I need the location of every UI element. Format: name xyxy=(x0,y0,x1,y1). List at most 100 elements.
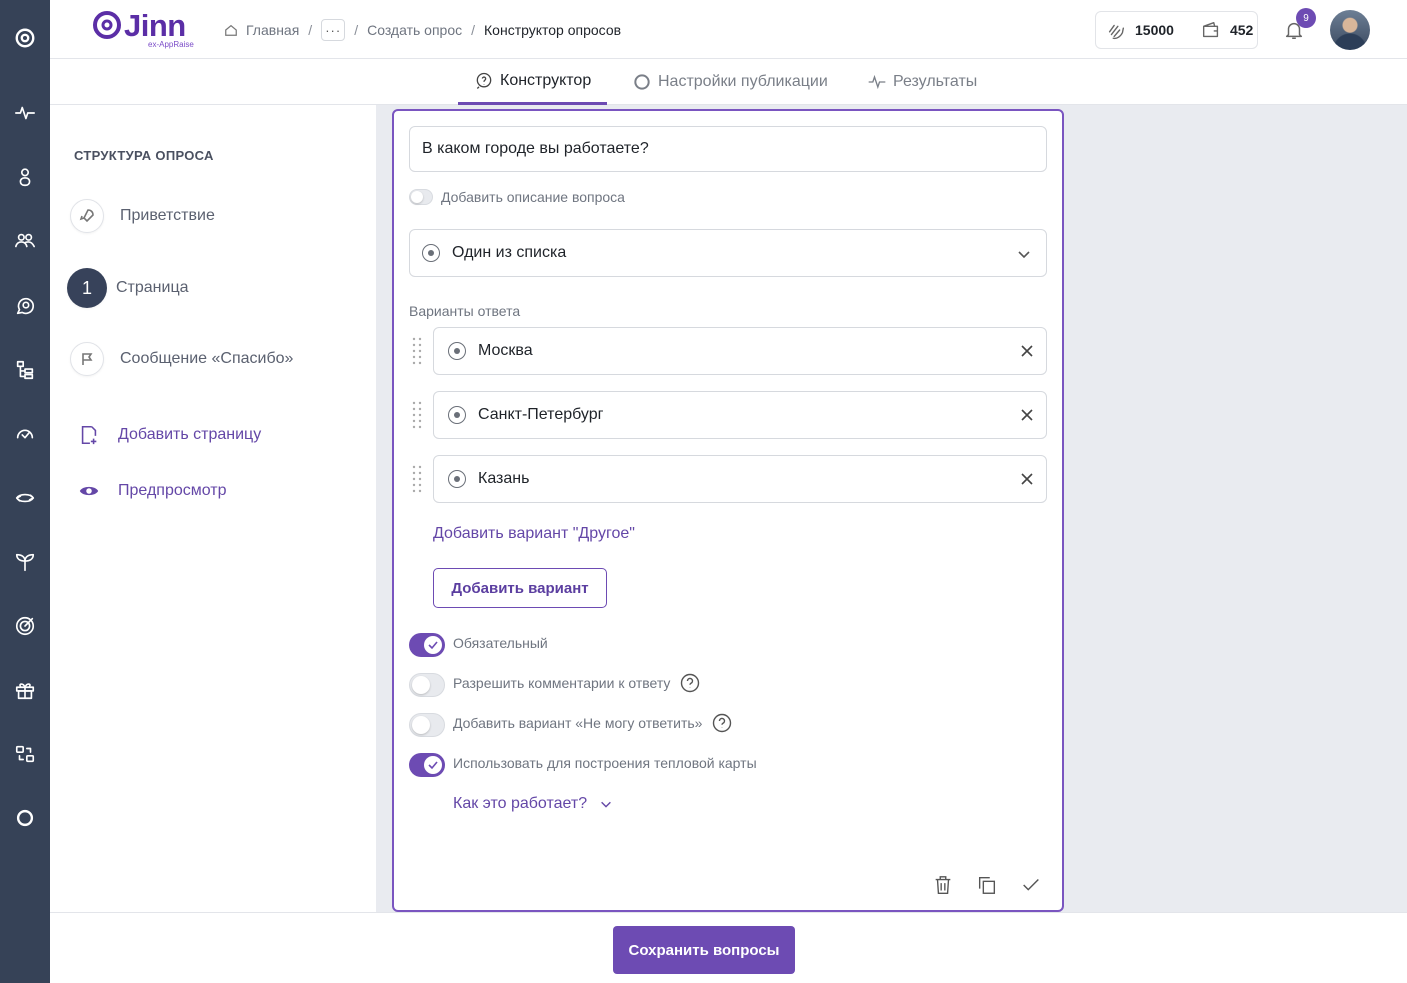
how-it-works-label: Как это работает? xyxy=(453,795,588,812)
answer-option-input[interactable]: Казань xyxy=(433,455,1047,503)
trash-icon[interactable] xyxy=(932,874,954,896)
question-editor-card: В каком городе вы работаете? Добавить оп… xyxy=(392,109,1064,912)
people-exchange-icon[interactable] xyxy=(12,741,38,767)
close-icon[interactable] xyxy=(1020,472,1034,486)
eye-icon xyxy=(79,486,99,496)
structure-item-welcome[interactable]: Приветствие xyxy=(70,199,215,233)
spiral-logo-mark-icon xyxy=(93,11,121,39)
jinn-logo[interactable]: Jinn ex-AppRaise xyxy=(92,8,202,52)
breadcrumb-current: Конструктор опросов xyxy=(484,22,622,38)
structure-title: СТРУКТУРА ОПРОСА xyxy=(74,148,214,163)
check-icon[interactable] xyxy=(1020,874,1042,896)
description-toggle-label: Добавить описание вопроса xyxy=(441,189,625,205)
add-other-option-link[interactable]: Добавить вариант "Другое" xyxy=(433,525,635,543)
drag-handle-icon[interactable] xyxy=(412,336,422,366)
survey-structure-panel: СТРУКТУРА ОПРОСА Приветствие 1 Страница … xyxy=(50,105,376,912)
drag-handle-icon[interactable] xyxy=(412,464,422,494)
structure-item-label: Сообщение «Спасибо» xyxy=(120,350,294,367)
answer-option-text: Казань xyxy=(478,470,530,487)
allow-comments-toggle-label: Разрешить комментарии к ответу xyxy=(453,673,700,693)
tab-publication-settings[interactable]: Настройки публикации xyxy=(632,59,828,105)
how-it-works-link[interactable]: Как это работает? xyxy=(453,795,613,813)
flag-icon xyxy=(70,342,104,376)
add-option-button[interactable]: Добавить вариант xyxy=(433,568,607,608)
structure-item-label: Приветствие xyxy=(120,207,215,224)
user-avatar[interactable] xyxy=(1330,10,1370,50)
tab-results[interactable]: Результаты xyxy=(867,59,977,105)
radio-icon xyxy=(422,244,440,262)
structure-item-label: Страница xyxy=(116,279,189,296)
answer-option: Казань xyxy=(409,455,1047,503)
answer-option-text: Санкт-Петербург xyxy=(478,406,604,423)
gear-icon xyxy=(634,74,650,90)
user-icon[interactable] xyxy=(12,164,38,190)
required-toggle[interactable] xyxy=(409,633,445,657)
close-icon[interactable] xyxy=(1020,344,1034,358)
help-icon[interactable] xyxy=(680,673,700,693)
target-icon[interactable] xyxy=(12,613,38,639)
save-questions-button[interactable]: Сохранить вопросы xyxy=(613,926,795,974)
footer-bar: Сохранить вопросы xyxy=(50,912,1407,983)
breadcrumb-separator: / xyxy=(471,22,476,38)
tab-constructor[interactable]: Конструктор xyxy=(458,59,608,105)
main-nav-rail xyxy=(0,0,50,983)
answer-option-input[interactable]: Санкт-Петербург xyxy=(433,391,1047,439)
chevron-down-icon xyxy=(1018,251,1030,259)
drag-handle-icon[interactable] xyxy=(412,400,422,430)
wallet-icon xyxy=(1202,21,1219,38)
logo-text: Jinn xyxy=(124,8,186,43)
question-type-select[interactable]: Один из списка xyxy=(409,229,1047,277)
team-icon[interactable] xyxy=(12,228,38,254)
breadcrumb-home[interactable]: Главная xyxy=(246,22,299,38)
balance-widget[interactable]: 15000 452 xyxy=(1095,11,1258,49)
chat-search-icon[interactable] xyxy=(12,293,38,319)
cannot-answer-toggle[interactable] xyxy=(409,713,445,737)
close-icon[interactable] xyxy=(1020,408,1034,422)
answer-option: Санкт-Петербург xyxy=(409,391,1047,439)
description-toggle[interactable] xyxy=(409,189,433,205)
spiral-logo-icon[interactable] xyxy=(12,25,38,51)
tabs-bar: Конструктор Настройки публикации Результ… xyxy=(50,59,1407,105)
question-type-value: Один из списка xyxy=(452,244,567,261)
allow-comments-label-text: Разрешить комментарии к ответу xyxy=(453,675,671,691)
help-icon[interactable] xyxy=(712,713,732,733)
required-toggle-label: Обязательный xyxy=(453,635,548,651)
speedometer-icon[interactable] xyxy=(12,421,38,447)
notification-badge: 9 xyxy=(1296,8,1316,28)
card-actions xyxy=(932,874,1042,896)
answer-option-input[interactable]: Москва xyxy=(433,327,1047,375)
breadcrumb-create-survey[interactable]: Создать опрос xyxy=(367,22,462,38)
heatmap-toggle[interactable] xyxy=(409,753,445,777)
check-icon xyxy=(428,761,438,770)
pulse-icon[interactable] xyxy=(12,100,38,126)
answer-option: Москва xyxy=(409,327,1047,375)
breadcrumb-more-button[interactable]: ··· xyxy=(321,19,346,41)
cannot-answer-toggle-label: Добавить вариант «Не могу ответить» xyxy=(453,713,732,733)
allow-comments-toggle[interactable] xyxy=(409,673,445,697)
org-structure-icon[interactable] xyxy=(12,357,38,383)
gift-icon[interactable] xyxy=(12,677,38,703)
logo-subtitle: ex-AppRaise xyxy=(148,40,194,49)
pulse-icon xyxy=(868,74,886,90)
radio-icon xyxy=(448,406,466,424)
exchange-icon[interactable] xyxy=(12,485,38,511)
preview-button[interactable]: Предпросмотр xyxy=(78,480,227,502)
plant-icon[interactable] xyxy=(12,549,38,575)
breadcrumb-separator: / xyxy=(308,22,313,38)
rocket-icon xyxy=(70,199,104,233)
wallet-balance: 452 xyxy=(1229,22,1254,38)
settings-gear-icon[interactable] xyxy=(12,805,38,831)
question-bubble-icon xyxy=(476,72,492,89)
heatmap-toggle-label: Использовать для построения тепловой кар… xyxy=(453,755,757,771)
add-page-label: Добавить страницу xyxy=(118,426,262,443)
structure-item-page[interactable]: 1 Страница xyxy=(67,268,189,308)
structure-item-thanks[interactable]: Сообщение «Спасибо» xyxy=(70,342,293,376)
copy-icon[interactable] xyxy=(976,874,998,896)
tab-label: Настройки публикации xyxy=(658,73,828,90)
question-title-input[interactable]: В каком городе вы работаете? xyxy=(409,126,1047,172)
answer-option-text: Москва xyxy=(478,342,533,359)
chevron-down-icon xyxy=(601,801,611,808)
top-header: Jinn ex-AppRaise Главная / ··· / Создать… xyxy=(50,0,1407,59)
add-page-button[interactable]: Добавить страницу xyxy=(78,424,261,446)
page-number-badge: 1 xyxy=(67,268,107,308)
